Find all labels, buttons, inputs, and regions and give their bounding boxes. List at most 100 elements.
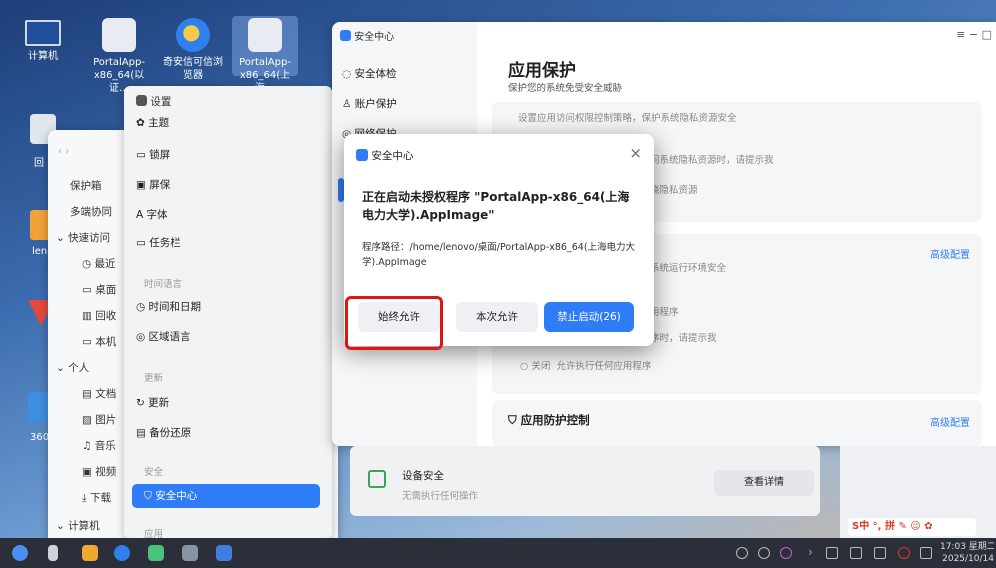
device-security-card: 设备安全 无需执行任何操作 查看详情 — [350, 446, 820, 516]
sidebar-label: 个人 — [68, 362, 90, 374]
desktop-icon-portalapp-1[interactable]: PortalApp-x86_64(以证… — [86, 18, 152, 95]
app-file-icon — [102, 18, 136, 52]
desktop-icon-computer[interactable]: 计算机 — [10, 20, 76, 63]
sidebar-label: 计算机 — [68, 520, 100, 532]
app-store-icon[interactable] — [148, 545, 164, 561]
settings-group-label: 更新 — [144, 373, 164, 384]
settings-app-icon — [136, 95, 147, 106]
sidebar-label: 快速访问 — [68, 232, 111, 244]
desktop-icon: ▭ — [82, 284, 96, 296]
desktop-icon-label: 360 — [30, 432, 50, 443]
advanced-config-link[interactable]: 高级配置 — [930, 246, 970, 261]
allow-once-button[interactable]: 本次允许 — [456, 302, 538, 332]
lock-screen-icon: ▭ — [136, 149, 150, 161]
chevron-down-icon: ⌄ — [56, 520, 69, 532]
image-icon: ▨ — [82, 414, 96, 426]
sidebar-label: 本机 — [95, 336, 117, 348]
chevron-down-icon: ⌄ — [56, 232, 69, 244]
browser-icon[interactable] — [114, 545, 130, 561]
nav-account-protection[interactable]: ♙ 账户保护 — [342, 92, 397, 116]
sidebar-label: 桌面 — [95, 284, 117, 296]
settings-item-update[interactable]: ↻ 更新 — [136, 392, 169, 414]
volume-icon[interactable] — [874, 547, 886, 559]
backup-icon: ▤ — [136, 427, 150, 439]
app-control-title: ⛉ 应用防护控制 — [508, 412, 590, 428]
clock[interactable]: 17:03 星期二 2025/10/14 — [940, 541, 994, 565]
search-icon[interactable] — [826, 547, 838, 559]
settings-item-datetime[interactable]: ◷ 时间和日期 — [136, 296, 201, 318]
advanced-config-link[interactable]: 高级配置 — [930, 414, 970, 429]
globe-icon: ◎ — [136, 331, 149, 343]
option-text: 系统运行环境安全 — [650, 263, 727, 274]
close-icon[interactable]: × — [629, 144, 642, 162]
settings-group-label: 时间语言 — [144, 279, 183, 290]
sidebar-label: 图片 — [95, 414, 117, 426]
settings-item-label: 区域语言 — [148, 331, 191, 343]
settings-item-label: 任务栏 — [149, 237, 181, 249]
desktop-icon-label: 奇安信可信浏览器 — [163, 57, 223, 81]
security-center-title: 安全中心 — [354, 32, 395, 43]
sidebar-label: 视频 — [95, 466, 117, 478]
file-manager-icon[interactable] — [82, 545, 98, 561]
settings-item-screensaver[interactable]: ▣ 屏保 — [136, 174, 170, 196]
drive-icon: ▭ — [82, 336, 96, 348]
browser-icon — [176, 18, 210, 52]
multitask-icon[interactable] — [48, 545, 58, 561]
settings-item-region[interactable]: ◎ 区域语言 — [136, 326, 191, 348]
chevron-right-icon[interactable]: › — [808, 545, 813, 559]
option-off[interactable]: ○ 关闭 允许执行任何应用程序 — [520, 358, 651, 372]
settings-item-lockscreen[interactable]: ▭ 锁屏 — [136, 144, 170, 166]
settings-item-backup[interactable]: ▤ 备份还原 — [136, 422, 191, 444]
sidebar-label: 音乐 — [94, 440, 116, 452]
settings-item-label: 备份还原 — [149, 427, 192, 439]
palette-icon: ✿ — [136, 117, 149, 129]
shield-icon: ⛉ — [144, 490, 156, 502]
desktop-icon-label: 回 — [34, 158, 44, 169]
window-controls[interactable]: ≡ − □ — [956, 28, 992, 41]
nav-label: 账户保护 — [354, 98, 397, 110]
clock-time: 17:03 星期二 — [940, 542, 994, 552]
settings-item-font[interactable]: A 字体 — [136, 204, 168, 226]
settings-item-label: 安全中心 — [155, 490, 198, 502]
desktop-icon-label: len — [32, 246, 48, 257]
monitor-icon — [25, 20, 61, 46]
tray-icon[interactable] — [780, 547, 792, 559]
desktop-icon-portalapp-2[interactable]: PortalApp-x86_64(上海… — [232, 16, 298, 94]
option-text: 序时，请提示我 — [650, 333, 717, 344]
settings-item-label: 字体 — [146, 209, 168, 221]
music-icon: ♫ — [82, 440, 95, 452]
dialog-title-bar: 安全中心 — [356, 148, 413, 163]
download-icon: ⤓ — [82, 492, 90, 504]
settings-item-taskbar[interactable]: ▭ 任务栏 — [136, 232, 181, 254]
option-text: 用程序 — [650, 307, 679, 318]
settings-item-label: 屏保 — [149, 179, 171, 191]
nav-security-check[interactable]: ◌ 安全体检 — [342, 62, 397, 86]
desktop-icon-label: 计算机 — [28, 51, 58, 62]
page-title: 应用保护 — [508, 61, 576, 81]
settings-icon[interactable] — [182, 545, 198, 561]
view-details-button[interactable]: 查看详情 — [714, 470, 814, 496]
settings-item-security-center[interactable]: ⛉ 安全中心 — [132, 484, 320, 508]
ime-toolbar[interactable]: S中 °, 拼 ✎ ☺ ✿ — [848, 518, 976, 536]
desktop-icon-qianxin-browser[interactable]: 奇安信可信浏览器 — [160, 18, 226, 82]
network-icon[interactable] — [850, 547, 862, 559]
start-menu-icon[interactable] — [12, 545, 28, 561]
settings-item-label: 锁屏 — [149, 149, 171, 161]
block-launch-button[interactable]: 禁止启动(26) — [544, 302, 634, 332]
nav-arrows[interactable]: ‹ › — [58, 146, 69, 157]
option-text: 绕隐私资源 — [650, 185, 698, 196]
shield-app-icon — [340, 30, 351, 41]
program-path: 程序路径：/home/lenovo/桌面/PortalApp-x86_64(上海… — [362, 242, 636, 268]
settings-item-theme[interactable]: ✿ 主题 — [136, 112, 169, 134]
nav-label: 安全体检 — [354, 68, 397, 80]
tray-icon[interactable] — [758, 547, 770, 559]
tray-icon[interactable] — [736, 547, 748, 559]
notification-icon[interactable] — [920, 547, 932, 559]
security-center-icon[interactable] — [216, 545, 232, 561]
shield-icon: ⛉ — [508, 413, 521, 427]
check-icon: ◌ — [342, 68, 355, 80]
shield-app-icon — [356, 149, 368, 161]
settings-item-label: 主题 — [148, 117, 170, 129]
ime-tray-icon[interactable] — [898, 547, 910, 559]
settings-title: 设置 — [150, 96, 172, 108]
